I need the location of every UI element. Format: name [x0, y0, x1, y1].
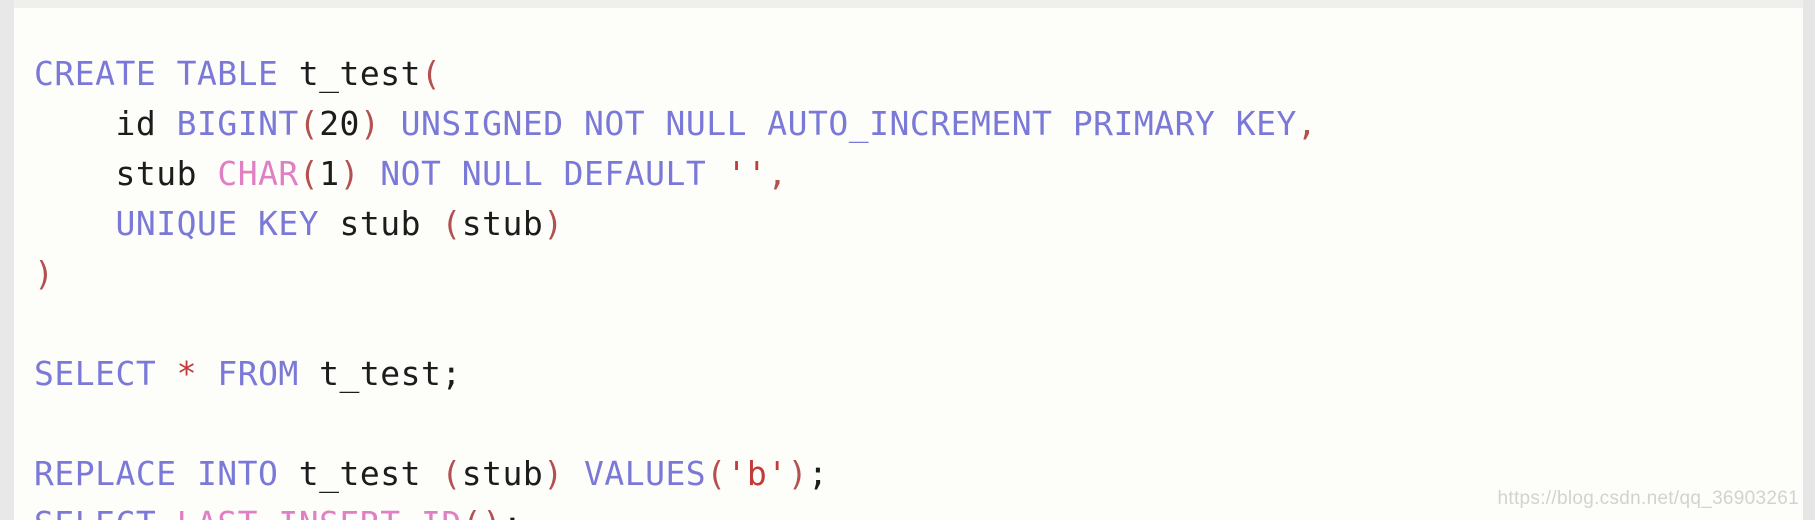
code-token: ( [462, 504, 482, 520]
code-token: FROM [217, 354, 320, 393]
code-token: VALUES [583, 454, 707, 493]
code-line: stub CHAR(1) NOT NULL DEFAULT '', [34, 149, 1803, 199]
code-token: t_test [298, 54, 421, 93]
code-token: '' [726, 154, 768, 193]
code-token: stub [339, 204, 442, 243]
code-token: ; [808, 454, 829, 493]
code-screenshot: CREATE TABLE t_test( id BIGINT(20) UNSIG… [0, 0, 1815, 520]
page-left-edge [0, 0, 14, 520]
code-token: SELECT [34, 354, 177, 393]
code-token: ( [298, 154, 320, 193]
page-top-edge [0, 0, 1815, 8]
code-token: ) [787, 454, 809, 493]
code-token: t_test; [319, 354, 462, 393]
code-token: UNIQUE KEY [115, 204, 340, 243]
code-token: REPLACE INTO [34, 454, 299, 493]
code-token: ( [441, 454, 462, 493]
code-token: ) [359, 104, 381, 143]
code-token: * [176, 354, 197, 393]
code-token: BIGINT [176, 104, 299, 143]
code-paper: CREATE TABLE t_test( id BIGINT(20) UNSIG… [14, 8, 1803, 520]
sql-code-block[interactable]: CREATE TABLE t_test( id BIGINT(20) UNSIG… [34, 49, 1803, 520]
code-token: , [1296, 104, 1318, 143]
code-line: UNIQUE KEY stub (stub) [34, 199, 1803, 249]
code-token: UNSIGNED NOT NULL AUTO_INCREMENT PRIMARY… [380, 104, 1297, 143]
code-token: ) [482, 504, 502, 520]
code-token: CREATE TABLE [34, 54, 299, 93]
code-token: ( [421, 54, 442, 93]
code-token: id [115, 104, 177, 143]
code-token: ) [34, 254, 55, 293]
code-token: ) [543, 204, 564, 243]
code-token: NOT NULL DEFAULT [359, 154, 727, 193]
code-token: ) [339, 154, 360, 193]
code-token: ; [502, 504, 522, 520]
code-token: 'b' [726, 454, 788, 493]
code-token: SELECT [34, 504, 177, 520]
code-line: id BIGINT(20) UNSIGNED NOT NULL AUTO_INC… [34, 99, 1803, 149]
code-token: , [767, 154, 788, 193]
page-right-edge [1803, 0, 1815, 520]
code-token: ( [298, 104, 320, 143]
code-line: SELECT * FROM t_test; [34, 349, 1803, 399]
watermark-text: https://blog.csdn.net/qq_36903261 [1497, 488, 1799, 509]
code-token: 20 [319, 104, 360, 143]
code-token: stub [115, 154, 218, 193]
code-line: ) [34, 249, 1803, 299]
code-token: 1 [319, 154, 340, 193]
code-token: LAST_INSERT_ID [177, 504, 462, 520]
code-token: stub [461, 204, 544, 243]
code-line: CREATE TABLE t_test( [34, 49, 1803, 99]
code-token: t_test [298, 454, 442, 493]
code-token: ) [543, 454, 564, 493]
code-token: stub [461, 454, 544, 493]
code-token: ( [706, 454, 727, 493]
code-token: ( [441, 204, 462, 243]
code-token: CHAR [217, 154, 299, 193]
